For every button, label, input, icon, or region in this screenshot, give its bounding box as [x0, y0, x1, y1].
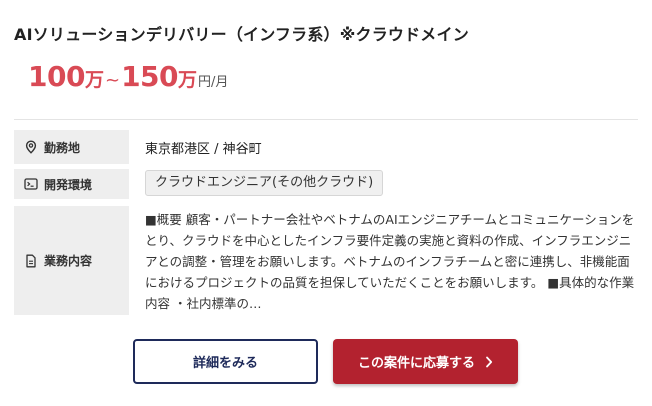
chevron-right-icon	[485, 356, 493, 368]
environment-label: 開発環境	[44, 177, 93, 192]
view-details-button[interactable]: 詳細をみる	[133, 339, 318, 384]
view-details-label: 詳細をみる	[192, 356, 258, 371]
salary-max: 150	[121, 60, 179, 93]
salary-period: 円/月	[198, 75, 229, 90]
salary-max-unit: 万	[178, 69, 198, 91]
description-label: 業務内容	[44, 254, 93, 268]
environment-tag: クラウドエンジニア(その他クラウド)	[145, 170, 384, 196]
salary-separator: ~	[104, 70, 121, 91]
document-icon	[24, 254, 38, 268]
apply-label: この案件に応募する	[357, 356, 475, 371]
divider	[14, 119, 638, 120]
location-value: 東京都港区 / 神谷町	[145, 142, 262, 157]
description-text: ■概要 顧客・パートナー会社やベトナムのAIエンジニアチームとコミュニケーション…	[145, 212, 635, 311]
environment-label-cell: 開発環境	[14, 169, 129, 199]
map-pin-icon	[24, 140, 38, 154]
apply-button[interactable]: この案件に応募する	[333, 339, 518, 384]
job-title[interactable]: AIソリューションデリバリー（インフラ系）※クラウドメイン	[14, 21, 469, 45]
description-label-cell: 業務内容	[14, 206, 129, 315]
salary-min-unit: 万	[84, 69, 104, 91]
location-label-cell: 勤務地	[14, 130, 129, 164]
salary-range: 100 万 ~ 150 万 円/月	[28, 60, 228, 93]
job-card: AIソリューションデリバリー（インフラ系）※クラウドメイン 100 万 ~ 15…	[0, 0, 652, 406]
terminal-icon	[24, 177, 38, 191]
location-label: 勤務地	[44, 140, 81, 155]
salary-min: 100	[28, 60, 85, 93]
